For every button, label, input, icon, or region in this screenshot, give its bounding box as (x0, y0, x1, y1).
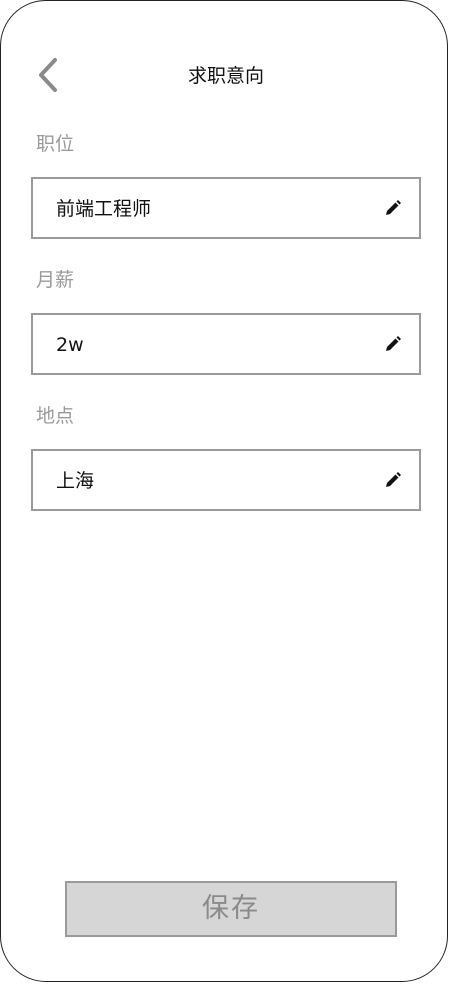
pencil-icon[interactable] (384, 200, 401, 217)
location-field[interactable]: 上海 (31, 449, 421, 511)
salary-field[interactable]: 2w (31, 313, 421, 375)
location-label: 地点 (36, 405, 75, 427)
position-value: 前端工程师 (56, 198, 152, 220)
pencil-icon[interactable] (384, 336, 401, 353)
position-label: 职位 (36, 133, 75, 155)
phone-frame: 求职意向 职位 前端工程师 月薪 2w 地点 上海 保存 (0, 0, 448, 982)
location-value: 上海 (56, 470, 95, 492)
position-field[interactable]: 前端工程师 (31, 177, 421, 239)
pencil-icon[interactable] (384, 472, 401, 489)
salary-value: 2w (56, 334, 84, 356)
salary-label: 月薪 (36, 269, 75, 291)
page-title: 求职意向 (187, 65, 264, 87)
save-button[interactable]: 保存 (65, 881, 397, 937)
